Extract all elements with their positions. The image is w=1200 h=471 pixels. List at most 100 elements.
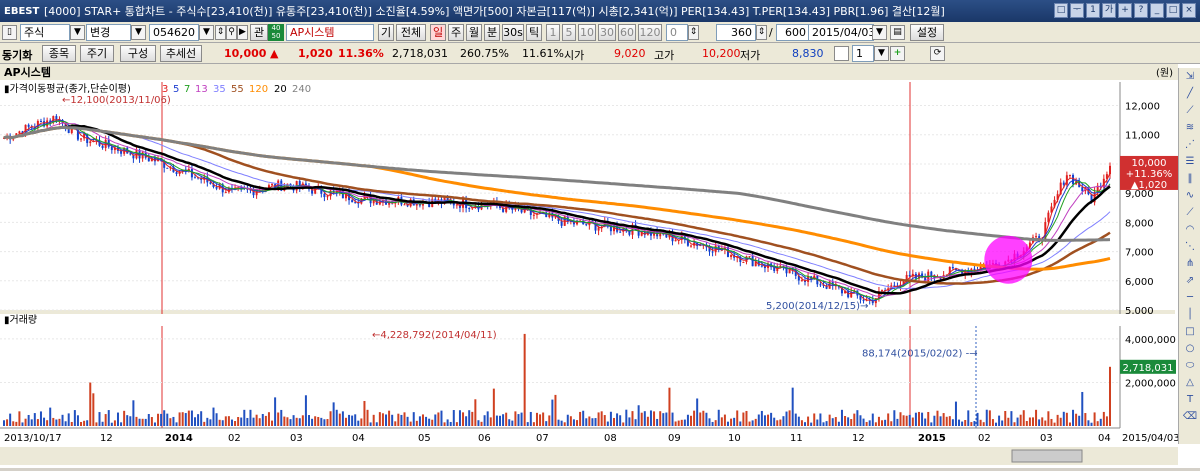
- refresh-icon[interactable]: ⟳: [930, 46, 945, 61]
- speedline-icon[interactable]: ⋱: [1181, 241, 1199, 255]
- period-minute-button[interactable]: 분: [484, 24, 500, 41]
- play-icon[interactable]: ▶: [237, 25, 248, 40]
- volume-bar: [884, 419, 887, 426]
- period-30s-button[interactable]: 30s: [502, 24, 524, 41]
- market-select[interactable]: 주식: [20, 24, 70, 41]
- count-input[interactable]: 360: [716, 24, 756, 41]
- minute-60-button[interactable]: 60: [618, 24, 636, 41]
- rect-icon[interactable]: □: [1181, 326, 1199, 340]
- spin-icon[interactable]: ⇕: [688, 25, 699, 40]
- spin-icon[interactable]: ⇕: [215, 25, 226, 40]
- trendline-button[interactable]: 추세선: [160, 45, 202, 62]
- volume-bar: [674, 421, 677, 426]
- help-icon[interactable]: ?: [1134, 3, 1148, 18]
- minute-10-button[interactable]: 10: [578, 24, 596, 41]
- fibo-icon[interactable]: ☰: [1181, 156, 1199, 170]
- fan-icon[interactable]: ⟋: [1181, 105, 1199, 119]
- compose-button[interactable]: 구성: [120, 45, 156, 62]
- volume-bar: [431, 419, 434, 426]
- stock-chart[interactable]: AP시스템(원)12,00011,00010,0009,0008,0007,00…: [0, 64, 1200, 468]
- pin-icon[interactable]: ᅮ: [1070, 3, 1084, 18]
- period-tick-button[interactable]: 틱: [526, 24, 542, 41]
- minimize-icon[interactable]: _: [1150, 3, 1164, 18]
- cursor-icon[interactable]: ⇲: [1181, 71, 1199, 85]
- candle-body: [18, 131, 21, 134]
- search-icon[interactable]: ⚲: [226, 25, 237, 40]
- count-select[interactable]: 1: [852, 45, 874, 62]
- trendline-icon[interactable]: ╱: [1181, 88, 1199, 102]
- minute-30-button[interactable]: 30: [598, 24, 616, 41]
- volume-bar: [779, 419, 782, 426]
- ga-icon[interactable]: 가: [1102, 3, 1116, 18]
- date-input[interactable]: 2015/04/03: [808, 24, 874, 41]
- text-icon[interactable]: T: [1181, 394, 1199, 408]
- dock-icon[interactable]: ▯: [2, 25, 17, 40]
- add-icon[interactable]: +: [890, 46, 905, 61]
- volume-bar: [502, 414, 505, 426]
- stock-name-field[interactable]: AP시스템: [286, 24, 374, 41]
- chevron-down-icon[interactable]: ▼: [131, 25, 146, 40]
- wave-icon[interactable]: ∿: [1181, 190, 1199, 204]
- minute-5-button[interactable]: 5: [562, 24, 576, 41]
- close-icon[interactable]: ×: [1182, 3, 1196, 18]
- arrow-icon[interactable]: ⇗: [1181, 275, 1199, 289]
- stock-code-input[interactable]: 054620: [149, 24, 199, 41]
- line-icon[interactable]: ─: [1181, 292, 1199, 306]
- channel-icon[interactable]: ≋: [1181, 122, 1199, 136]
- volume-bar: [443, 422, 446, 426]
- item-button[interactable]: 종목: [42, 45, 76, 62]
- gann-icon[interactable]: ⋰: [1181, 139, 1199, 153]
- chevron-down-icon[interactable]: ▼: [872, 25, 887, 40]
- plus-icon[interactable]: +: [1118, 3, 1132, 18]
- period-button[interactable]: 주기: [80, 45, 114, 62]
- maximize-icon[interactable]: □: [1166, 3, 1180, 18]
- minute-120-button[interactable]: 120: [638, 24, 662, 41]
- volume-bar: [397, 413, 400, 426]
- eraser-icon[interactable]: ⌫: [1181, 411, 1199, 425]
- pitchfork-icon[interactable]: ⋔: [1181, 258, 1199, 272]
- spin-icon[interactable]: ⇕: [756, 25, 767, 40]
- current-price: 10,000: [224, 47, 267, 60]
- volume-bar: [887, 413, 890, 426]
- open-label: 시가: [564, 49, 585, 62]
- volume-bar: [129, 416, 132, 426]
- save-icon[interactable]: ▤: [890, 25, 905, 40]
- volume-bar: [868, 420, 871, 426]
- gi-button[interactable]: 기: [378, 24, 394, 41]
- volume-bar: [86, 420, 89, 426]
- period-month-button[interactable]: 월: [466, 24, 482, 41]
- ellipse-icon[interactable]: ⬭: [1181, 360, 1199, 374]
- vline-icon[interactable]: │: [1181, 309, 1199, 323]
- volume-bar: [822, 422, 825, 426]
- one-icon[interactable]: 1: [1086, 3, 1100, 18]
- volume-bar: [847, 417, 850, 426]
- all-button[interactable]: 전체: [396, 24, 426, 41]
- minute-1-button[interactable]: 1: [546, 24, 560, 41]
- change-select[interactable]: 변경: [86, 24, 131, 41]
- period-week-button[interactable]: 주: [448, 24, 464, 41]
- x-tick-label: 2014: [165, 433, 193, 444]
- period-day-button[interactable]: 일: [430, 24, 446, 41]
- volume-bar: [770, 412, 773, 426]
- volume-bar: [15, 421, 18, 426]
- gwan-button[interactable]: 관: [250, 24, 268, 41]
- arc-icon[interactable]: ◠: [1181, 224, 1199, 238]
- triangle-icon[interactable]: △: [1181, 377, 1199, 391]
- chevron-down-icon[interactable]: ▼: [874, 46, 889, 61]
- volume-bar: [116, 412, 119, 426]
- checkbox[interactable]: [834, 46, 849, 61]
- circle-icon[interactable]: ○: [1181, 343, 1199, 357]
- settings-button[interactable]: 설정: [910, 24, 944, 41]
- volume-bar: [1081, 391, 1084, 426]
- volume-bar: [323, 419, 326, 426]
- toolbar-top: ▯ 주식 ▼ 변경 ▼ 054620 ▼ ⇕ ⚲ ▶ 관 40 50 AP시스템…: [0, 22, 1200, 43]
- max-count-input[interactable]: 600: [776, 24, 810, 41]
- chevron-down-icon[interactable]: ▼: [199, 25, 214, 40]
- cycle-icon[interactable]: ‖: [1181, 173, 1199, 187]
- volume-bar: [794, 413, 797, 426]
- regression-icon[interactable]: ⟋: [1181, 207, 1199, 221]
- restore-icon[interactable]: □: [1054, 3, 1068, 18]
- volume-bar: [588, 416, 591, 426]
- interval-input[interactable]: 0: [666, 24, 688, 41]
- chevron-down-icon[interactable]: ▼: [70, 25, 85, 40]
